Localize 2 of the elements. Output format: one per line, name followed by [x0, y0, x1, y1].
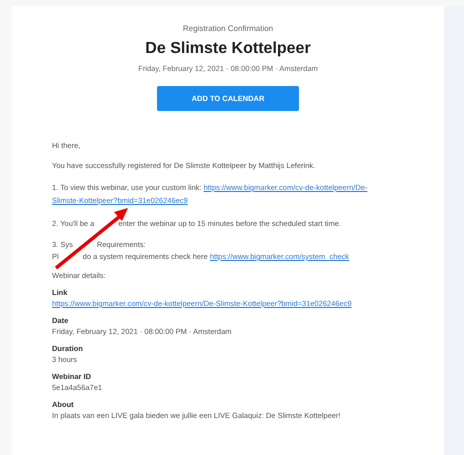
eyebrow-text: Registration Confirmation [182, 24, 274, 34]
event-title: De Slimste Kottelpeer [145, 39, 311, 59]
